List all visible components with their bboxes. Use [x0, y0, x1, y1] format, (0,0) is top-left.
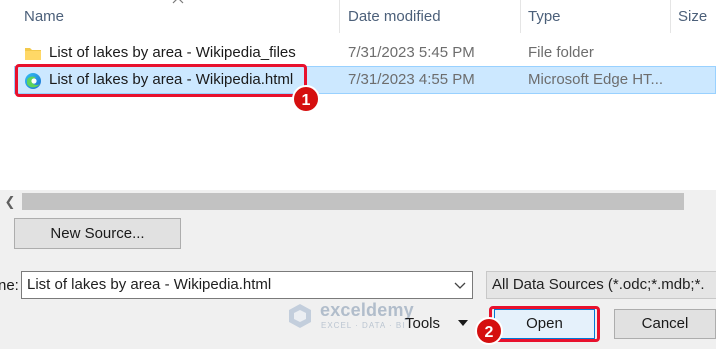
- file-row-folder[interactable]: List of lakes by area - Wikipedia_files …: [14, 39, 716, 67]
- file-name-label: ne:: [0, 277, 19, 294]
- step-marker-1: 1: [292, 85, 320, 113]
- column-header-date-modified[interactable]: Date modified: [348, 0, 441, 33]
- column-divider[interactable]: [670, 0, 671, 33]
- column-header-name[interactable]: Name: [24, 0, 64, 33]
- tools-button[interactable]: Tools: [405, 312, 440, 336]
- selected-file-annotation: [15, 64, 307, 97]
- scrollbar-thumb[interactable]: [22, 193, 684, 210]
- step-marker-2: 2: [475, 317, 503, 345]
- new-source-button[interactable]: New Source...: [14, 218, 181, 249]
- column-header-type[interactable]: Type: [528, 0, 561, 33]
- file-name-input[interactable]: List of lakes by area - Wikipedia.html: [21, 271, 473, 299]
- file-name-value: List of lakes by area - Wikipedia.html: [27, 276, 272, 293]
- exceldemy-logo-icon: [289, 304, 311, 328]
- cancel-button[interactable]: Cancel: [614, 309, 716, 339]
- horizontal-scrollbar[interactable]: ❮: [0, 191, 716, 212]
- chevron-down-icon[interactable]: [454, 280, 466, 290]
- caret-down-icon[interactable]: [458, 320, 468, 326]
- column-divider[interactable]: [520, 0, 521, 33]
- file-type: Microsoft Edge HT...: [528, 71, 664, 88]
- sort-caret-icon: [172, 0, 184, 4]
- column-divider[interactable]: [339, 0, 340, 33]
- watermark-subtitle: EXCEL · DATA · BI: [321, 321, 406, 330]
- file-name: List of lakes by area - Wikipedia_files: [49, 44, 296, 61]
- file-type: File folder: [528, 44, 594, 61]
- folder-icon: [25, 48, 41, 60]
- open-button-annotation: [489, 306, 600, 342]
- file-date: 7/31/2023 4:55 PM: [348, 71, 475, 88]
- watermark-title: exceldemy: [320, 300, 414, 320]
- file-date: 7/31/2023 5:45 PM: [348, 44, 475, 61]
- file-type-select[interactable]: All Data Sources (*.odc;*.mdb;*.: [486, 271, 716, 299]
- file-type-value: All Data Sources (*.odc;*.mdb;*.: [492, 276, 705, 293]
- scroll-left-icon[interactable]: ❮: [2, 193, 18, 210]
- column-header-size[interactable]: Size: [678, 0, 707, 33]
